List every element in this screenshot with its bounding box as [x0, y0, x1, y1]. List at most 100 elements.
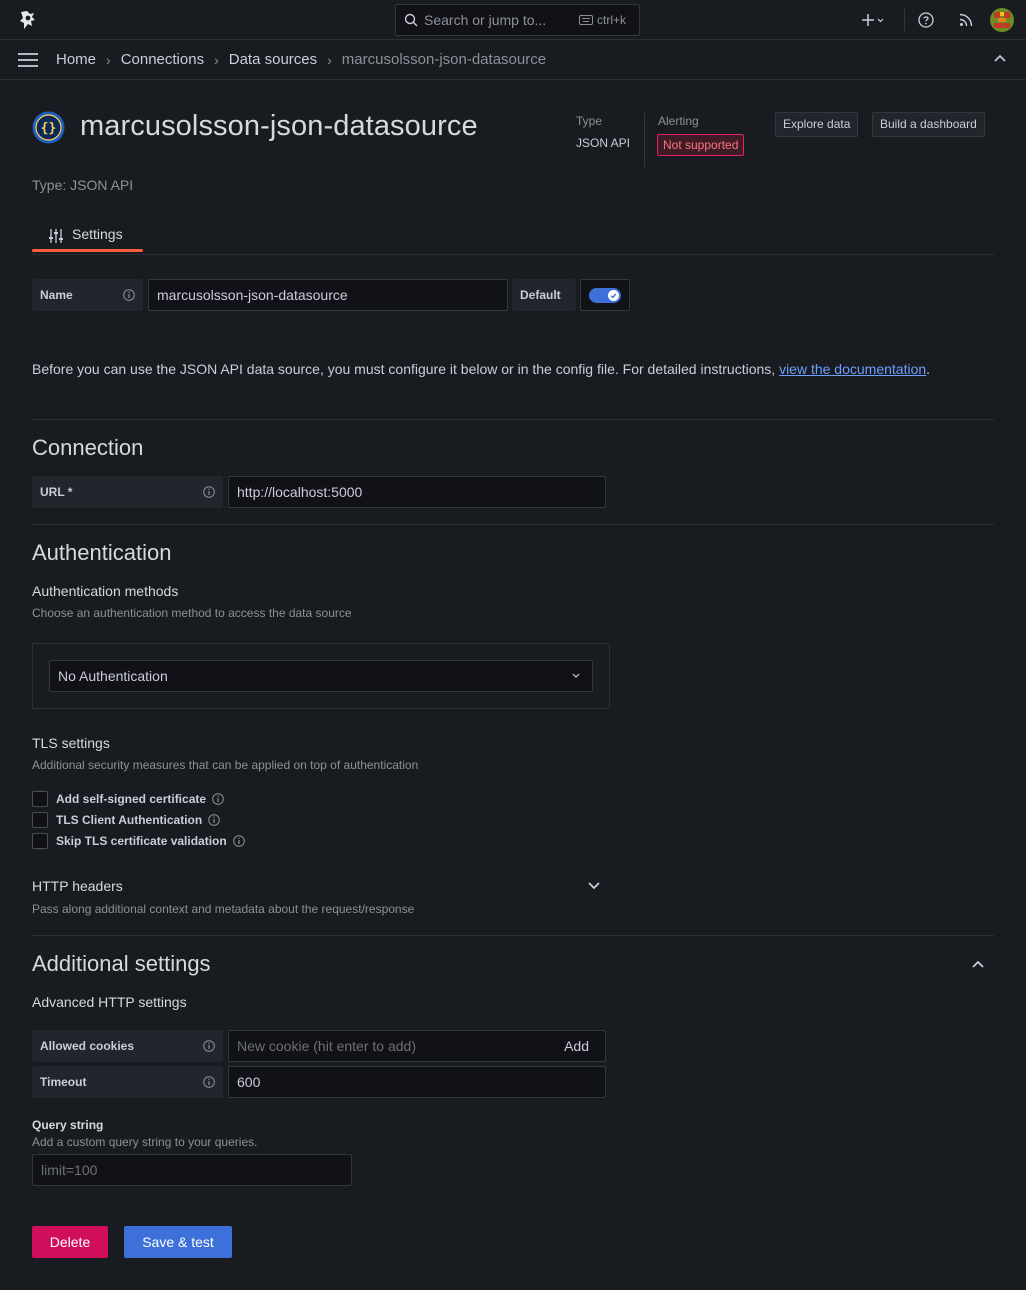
- tab-settings-label: Settings: [72, 226, 123, 242]
- info-icon[interactable]: [232, 835, 245, 847]
- tls-title: TLS settings: [32, 735, 110, 751]
- section-divider: [32, 524, 994, 525]
- plus-icon: [862, 14, 884, 26]
- timeout-label: Timeout: [32, 1066, 223, 1098]
- checkbox-label: Add self-signed certificate: [56, 792, 207, 806]
- sliders-icon: [49, 229, 63, 243]
- info-icon[interactable]: [208, 814, 221, 826]
- search-shortcut: ctrl+k: [579, 13, 626, 27]
- new-menu-button[interactable]: [856, 8, 890, 32]
- type-value: JSON API: [576, 136, 631, 150]
- query-string-input[interactable]: limit=100: [32, 1154, 352, 1186]
- topbar-divider: [904, 9, 905, 31]
- default-toggle[interactable]: [580, 279, 630, 311]
- http-headers-title[interactable]: HTTP headers: [32, 878, 123, 894]
- section-divider: [32, 419, 994, 420]
- keyboard-icon: [579, 15, 593, 25]
- connection-heading: Connection: [32, 435, 144, 460]
- search-bar[interactable]: Search or jump to... ctrl+k: [395, 4, 640, 36]
- save-and-test-button[interactable]: Save & test: [124, 1226, 232, 1258]
- chevron-up-icon[interactable]: [994, 54, 1006, 62]
- tls-option-client-auth[interactable]: TLS Client Authentication: [32, 812, 221, 828]
- info-icon[interactable]: [203, 1076, 215, 1088]
- advanced-http-title: Advanced HTTP settings: [32, 994, 187, 1010]
- shortcut-label: ctrl+k: [597, 13, 627, 27]
- breadcrumb-data-sources[interactable]: Data sources: [229, 51, 317, 68]
- type-label: Type: [576, 114, 603, 128]
- info-icon[interactable]: [123, 289, 135, 301]
- intro-end: .: [926, 361, 931, 377]
- explore-data-button[interactable]: Explore data: [775, 112, 859, 137]
- checkbox[interactable]: [32, 812, 48, 828]
- chevron-down-icon[interactable]: [588, 882, 600, 890]
- alerting-label: Alerting: [658, 114, 699, 128]
- auth-method-value: No Authentication: [58, 668, 168, 684]
- info-icon[interactable]: [203, 1040, 215, 1052]
- timeout-input[interactable]: 600: [228, 1066, 606, 1098]
- checkbox-label: Skip TLS certificate validation: [56, 834, 227, 848]
- grafana-logo-icon[interactable]: [16, 8, 40, 32]
- name-label: Name: [32, 279, 143, 311]
- tls-option-self-signed[interactable]: Add self-signed certificate: [32, 791, 224, 807]
- documentation-link[interactable]: view the documentation: [779, 361, 926, 377]
- chevron-right-icon: ›: [106, 51, 111, 68]
- avatar[interactable]: [990, 8, 1014, 32]
- url-input[interactable]: http://localhost:5000: [228, 476, 606, 508]
- chevron-up-icon[interactable]: [972, 960, 984, 968]
- help-icon: [918, 12, 934, 28]
- rss-icon: [959, 13, 973, 27]
- intro-body: Before you can use the JSON API data sou…: [32, 361, 780, 377]
- auth-methods-title: Authentication methods: [32, 583, 179, 599]
- add-cookie-button[interactable]: Add: [564, 1038, 589, 1054]
- build-dashboard-button[interactable]: Build a dashboard: [872, 112, 985, 137]
- timeout-label-text: Timeout: [40, 1075, 87, 1089]
- json-api-logo-icon: {}: [32, 111, 65, 144]
- http-headers-desc: Pass along additional context and metada…: [32, 902, 415, 916]
- cookies-placeholder: New cookie (hit enter to add): [237, 1038, 416, 1054]
- meta-divider: [644, 113, 645, 167]
- allowed-cookies-input[interactable]: New cookie (hit enter to add) Add: [228, 1030, 606, 1062]
- breadcrumb: Home › Connections › Data sources › marc…: [56, 51, 546, 68]
- delete-button[interactable]: Delete: [32, 1226, 108, 1258]
- page-subtitle: Type: JSON API: [32, 177, 134, 193]
- auth-method-select[interactable]: No Authentication: [49, 660, 593, 692]
- auth-method-panel: No Authentication: [32, 643, 610, 709]
- url-label-text: URL *: [40, 485, 73, 499]
- info-icon[interactable]: [212, 793, 224, 805]
- alerting-status-badge: Not supported: [657, 134, 745, 156]
- name-input[interactable]: marcusolsson-json-datasource: [148, 279, 508, 311]
- breadcrumb-current: marcusolsson-json-datasource: [341, 51, 547, 68]
- url-label: URL *: [32, 476, 223, 508]
- checkbox[interactable]: [32, 833, 48, 849]
- svg-text:{}: {}: [41, 121, 57, 136]
- search-placeholder: Search or jump to...: [424, 12, 547, 28]
- page-title: marcusolsson-json-datasource: [80, 110, 478, 142]
- authentication-heading: Authentication: [32, 540, 172, 565]
- checkbox[interactable]: [32, 791, 48, 807]
- query-string-title: Query string: [32, 1118, 104, 1132]
- tls-desc: Additional security measures that can be…: [32, 758, 419, 772]
- default-label: Default: [512, 279, 576, 311]
- additional-settings-heading: Additional settings: [32, 951, 211, 976]
- toggle-switch[interactable]: [589, 288, 621, 303]
- checkbox-label: TLS Client Authentication: [56, 813, 203, 827]
- tls-option-skip-verify[interactable]: Skip TLS certificate validation: [32, 833, 245, 849]
- help-button[interactable]: [916, 8, 936, 32]
- search-icon: [404, 13, 418, 27]
- allowed-cookies-label-text: Allowed cookies: [40, 1039, 135, 1053]
- chevron-down-icon: [572, 673, 580, 678]
- toggle-knob: [608, 290, 619, 301]
- chevron-right-icon: ›: [214, 51, 219, 68]
- auth-methods-desc: Choose an authentication method to acces…: [32, 606, 352, 620]
- breadcrumb-home[interactable]: Home: [56, 51, 96, 68]
- breadcrumb-connections[interactable]: Connections: [121, 51, 204, 68]
- name-label-text: Name: [40, 288, 73, 302]
- tabs-divider: [32, 254, 994, 255]
- intro-text: Before you can use the JSON API data sou…: [32, 358, 932, 380]
- query-string-desc: Add a custom query string to your querie…: [32, 1135, 258, 1149]
- info-icon[interactable]: [203, 486, 215, 498]
- news-button[interactable]: [956, 8, 976, 32]
- section-divider: [32, 935, 994, 936]
- tab-active-indicator: [32, 249, 143, 252]
- menu-icon[interactable]: [18, 52, 38, 68]
